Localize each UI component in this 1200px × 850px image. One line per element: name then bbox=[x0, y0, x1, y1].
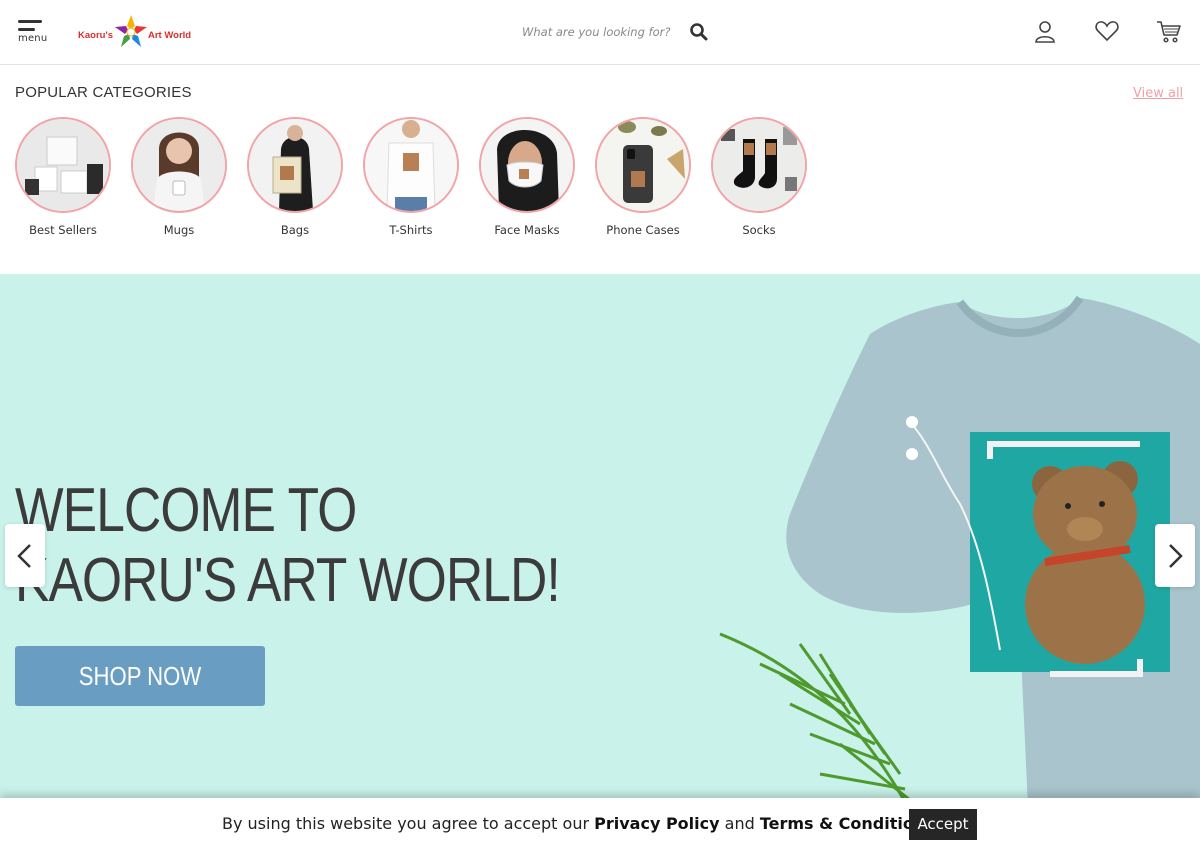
user-icon[interactable] bbox=[1034, 20, 1056, 44]
view-all-link[interactable]: View all bbox=[1133, 86, 1183, 101]
categories-title: POPULAR CATEGORIES bbox=[15, 84, 192, 101]
category-face-masks[interactable]: Face Masks bbox=[479, 117, 575, 237]
logo-text-right: Art World bbox=[148, 30, 192, 41]
hero-title: WELCOME TO KAORU'S ART WORLD! bbox=[15, 476, 561, 616]
carousel-next-button[interactable] bbox=[1155, 524, 1195, 587]
carousel-prev-button[interactable] bbox=[5, 524, 45, 587]
heart-icon[interactable] bbox=[1095, 20, 1119, 42]
category-label: Face Masks bbox=[494, 223, 560, 237]
category-bags[interactable]: Bags bbox=[247, 117, 343, 237]
site-header: menu Kaoru's Art World What are you look… bbox=[0, 0, 1200, 65]
cookie-prefix: By using this website you agree to accep… bbox=[222, 814, 595, 833]
category-t-shirts[interactable]: T-Shirts bbox=[363, 117, 459, 237]
accept-button[interactable]: Accept bbox=[909, 809, 977, 840]
cookie-text: By using this website you agree to accep… bbox=[222, 814, 935, 833]
hero-title-line-1: WELCOME TO bbox=[15, 476, 357, 545]
category-label: Mugs bbox=[163, 223, 195, 237]
category-label: Socks bbox=[742, 223, 776, 237]
chevron-right-icon bbox=[1169, 544, 1183, 568]
menu-icon-bar bbox=[18, 28, 35, 31]
category-socks[interactable]: Socks bbox=[711, 117, 807, 237]
category-label: Best Sellers bbox=[29, 223, 97, 237]
category-label: Phone Cases bbox=[606, 223, 680, 237]
site-logo[interactable]: Kaoru's Art World bbox=[78, 14, 198, 50]
menu-label: menu bbox=[18, 33, 48, 44]
cart-icon[interactable] bbox=[1156, 20, 1182, 44]
cookie-and: and bbox=[719, 814, 760, 833]
search-input[interactable]: What are you looking for? bbox=[522, 25, 670, 39]
category-image bbox=[247, 117, 343, 213]
logo-star-icon bbox=[115, 15, 147, 47]
shop-now-button[interactable]: SHOP NOW bbox=[15, 646, 265, 706]
category-image bbox=[711, 117, 807, 213]
category-best-sellers[interactable]: Best Sellers bbox=[15, 117, 111, 237]
category-image bbox=[363, 117, 459, 213]
menu-icon bbox=[18, 20, 42, 23]
chevron-left-icon bbox=[17, 544, 31, 568]
cookie-consent-bar: By using this website you agree to accep… bbox=[0, 798, 1200, 850]
category-image bbox=[131, 117, 227, 213]
hero-tshirt-image bbox=[719, 295, 1200, 850]
hero-banner: WELCOME TO KAORU'S ART WORLD! SHOP NOW bbox=[0, 274, 1200, 850]
category-image bbox=[15, 117, 111, 213]
search-box[interactable]: What are you looking for? bbox=[515, 18, 715, 46]
shop-now-label: SHOP NOW bbox=[78, 661, 202, 691]
logo-text-left: Kaoru's bbox=[78, 30, 113, 41]
menu-button[interactable]: menu bbox=[18, 20, 48, 46]
category-image bbox=[479, 117, 575, 213]
hero-title-line-2: KAORU'S ART WORLD! bbox=[15, 546, 561, 615]
category-label: T-Shirts bbox=[389, 223, 433, 237]
category-label: Bags bbox=[280, 223, 310, 237]
category-mugs[interactable]: Mugs bbox=[131, 117, 227, 237]
privacy-policy-link[interactable]: Privacy Policy bbox=[594, 814, 719, 833]
category-image bbox=[595, 117, 691, 213]
category-phone-cases[interactable]: Phone Cases bbox=[595, 117, 691, 237]
search-icon[interactable] bbox=[689, 22, 709, 42]
